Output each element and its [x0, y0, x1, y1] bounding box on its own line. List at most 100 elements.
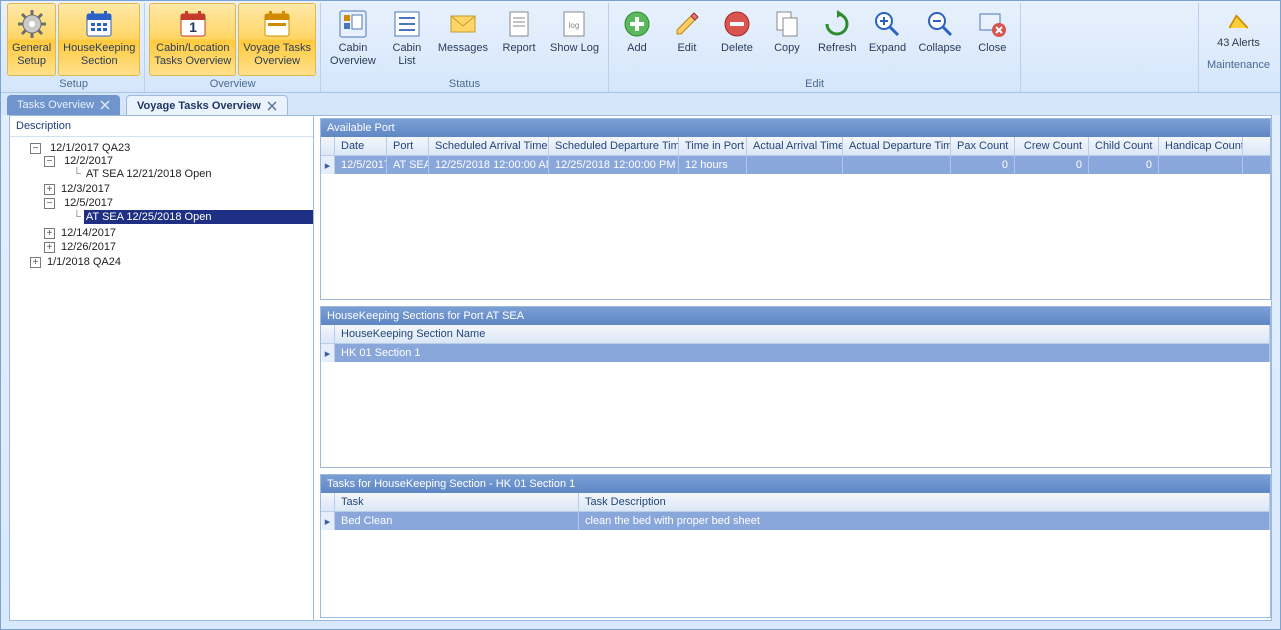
ribbon-group-overview: 1 Cabin/Location Tasks Overview Voyage T… — [145, 3, 321, 92]
tree-leaf-selected[interactable]: AT SEA 12/25/2018 Open — [84, 210, 313, 224]
housekeeping-section-button[interactable]: HouseKeeping Section — [58, 3, 140, 76]
col-port[interactable]: Port — [387, 137, 429, 155]
pencil-icon — [671, 8, 703, 40]
alert-icon[interactable] — [1225, 7, 1253, 35]
general-setup-button[interactable]: General Setup — [7, 3, 56, 76]
tab-tasks-overview[interactable]: Tasks Overview — [7, 95, 120, 115]
refresh-button[interactable]: Refresh — [813, 3, 862, 76]
gear-icon — [16, 8, 48, 40]
hk-sections-grid[interactable]: HouseKeeping Section Name ▸ HK 01 Sectio… — [321, 325, 1270, 362]
col-aat[interactable]: Actual Arrival Time — [747, 137, 843, 155]
col-hk-name[interactable]: HouseKeeping Section Name — [335, 325, 1270, 343]
report-button[interactable]: Report — [495, 3, 543, 76]
log-icon: log — [558, 8, 590, 40]
tree-node[interactable]: 12/5/2017 — [62, 196, 115, 210]
report-icon — [503, 8, 535, 40]
maintenance-label: Maintenance — [1207, 59, 1270, 71]
messages-button[interactable]: Messages — [433, 3, 493, 76]
col-child[interactable]: Child Count — [1089, 137, 1159, 155]
calendar-icon — [83, 8, 115, 40]
description-tree[interactable]: − 12/1/2017 QA23 − 12/2/2017 └ AT SEA 12… — [10, 137, 313, 273]
zoom-out-icon — [924, 8, 956, 40]
cabin-overview-button[interactable]: Cabin Overview — [325, 3, 381, 76]
table-row[interactable]: ▸ HK 01 Section 1 — [321, 344, 1270, 362]
svg-text:log: log — [569, 21, 580, 30]
col-task[interactable]: Task — [335, 493, 579, 511]
report-label: Report — [503, 42, 536, 55]
col-sat[interactable]: Scheduled Arrival Time — [429, 137, 549, 155]
tasks-title: Tasks for HouseKeeping Section - HK 01 S… — [321, 475, 1270, 493]
general-setup-label: General Setup — [12, 42, 51, 68]
cell — [1159, 156, 1243, 174]
tasks-grid[interactable]: Task Task Description ▸ Bed Clean clean … — [321, 493, 1270, 530]
copy-button[interactable]: Copy — [763, 3, 811, 76]
tree-expand-icon[interactable]: + — [44, 228, 55, 239]
tree-node[interactable]: 12/14/2017 — [59, 226, 118, 240]
delete-button[interactable]: Delete — [713, 3, 761, 76]
ribbon: General Setup HouseKeeping Section Setup… — [1, 1, 1280, 93]
tree-expand-icon[interactable]: + — [44, 184, 55, 195]
col-adt[interactable]: Actual Departure Time — [843, 137, 951, 155]
hk-sections-panel: HouseKeeping Sections for Port AT SEA Ho… — [320, 306, 1271, 468]
cell: 12/5/2017 — [335, 156, 387, 174]
row-indicator-icon: ▸ — [321, 344, 335, 362]
col-task-desc[interactable]: Task Description — [579, 493, 1270, 511]
delete-icon — [721, 8, 753, 40]
tree-node[interactable]: 12/1/2017 QA23 — [48, 141, 132, 155]
tree-collapse-icon[interactable]: − — [44, 198, 55, 209]
hk-sections-title: HouseKeeping Sections for Port AT SEA — [321, 307, 1270, 325]
calendar-day-icon: 1 — [177, 8, 209, 40]
cell: Bed Clean — [335, 512, 579, 530]
content-area: Description − 12/1/2017 QA23 − 12/2/2017… — [9, 115, 1272, 621]
cabin-overview-label: Cabin Overview — [330, 42, 376, 68]
svg-text:1: 1 — [189, 19, 197, 35]
tree-expand-icon[interactable]: + — [44, 242, 55, 253]
document-tabs: Tasks Overview Voyage Tasks Overview — [1, 93, 1280, 115]
cabin-location-tasks-button[interactable]: 1 Cabin/Location Tasks Overview — [149, 3, 236, 76]
tab-close-icon[interactable] — [267, 101, 277, 111]
tree-node[interactable]: 12/26/2017 — [59, 240, 118, 254]
ribbon-group-setup: General Setup HouseKeeping Section Setup — [3, 3, 145, 92]
collapse-button[interactable]: Collapse — [913, 3, 966, 76]
edit-label: Edit — [677, 42, 696, 55]
available-port-panel: Available Port Date Port Scheduled Arriv… — [320, 118, 1271, 300]
tree-expand-icon[interactable]: + — [30, 257, 41, 268]
cell: clean the bed with proper bed sheet — [579, 512, 1270, 530]
tab-close-icon[interactable] — [100, 100, 110, 110]
expand-button[interactable]: Expand — [863, 3, 911, 76]
refresh-label: Refresh — [818, 42, 857, 55]
col-tip[interactable]: Time in Port — [679, 137, 747, 155]
tab-voyage-label: Voyage Tasks Overview — [137, 100, 261, 112]
table-row[interactable]: ▸ 12/5/2017 AT SEA 12/25/2018 12:00:00 A… — [321, 156, 1270, 174]
cell: 12/25/2018 12:00:00 AM — [429, 156, 549, 174]
tree-collapse-icon[interactable]: − — [30, 143, 41, 154]
alert-count[interactable]: 43 Alerts — [1217, 37, 1260, 49]
tree-node[interactable]: 12/2/2017 — [62, 154, 115, 168]
cabin-location-tasks-label: Cabin/Location Tasks Overview — [154, 42, 231, 68]
calendar-week-icon — [261, 8, 293, 40]
voyage-tasks-overview-button[interactable]: Voyage Tasks Overview — [238, 3, 316, 76]
col-hcap[interactable]: Handicap Count — [1159, 137, 1243, 155]
tab-voyage-tasks-overview[interactable]: Voyage Tasks Overview — [126, 95, 288, 115]
available-port-grid[interactable]: Date Port Scheduled Arrival Time Schedul… — [321, 137, 1270, 174]
col-crew[interactable]: Crew Count — [1015, 137, 1089, 155]
messages-label: Messages — [438, 42, 488, 55]
cell: 12 hours — [679, 156, 747, 174]
tree-collapse-icon[interactable]: − — [44, 156, 55, 167]
table-row[interactable]: ▸ Bed Clean clean the bed with proper be… — [321, 512, 1270, 530]
envelope-icon — [447, 8, 479, 40]
cabin-list-button[interactable]: Cabin List — [383, 3, 431, 76]
col-date[interactable]: Date — [335, 137, 387, 155]
housekeeping-section-label: HouseKeeping Section — [63, 42, 135, 68]
voyage-tasks-overview-label: Voyage Tasks Overview — [243, 42, 311, 68]
close-button[interactable]: Close — [968, 3, 1016, 76]
tree-node[interactable]: 12/3/2017 — [59, 182, 112, 196]
col-sdt[interactable]: Scheduled Departure Time — [549, 137, 679, 155]
show-log-button[interactable]: log Show Log — [545, 3, 604, 76]
tree-pane: Description − 12/1/2017 QA23 − 12/2/2017… — [10, 116, 314, 620]
col-pax[interactable]: Pax Count — [951, 137, 1015, 155]
tree-leaf[interactable]: AT SEA 12/21/2018 Open — [84, 167, 214, 181]
tree-node[interactable]: 1/1/2018 QA24 — [45, 255, 123, 269]
edit-button[interactable]: Edit — [663, 3, 711, 76]
add-button[interactable]: Add — [613, 3, 661, 76]
